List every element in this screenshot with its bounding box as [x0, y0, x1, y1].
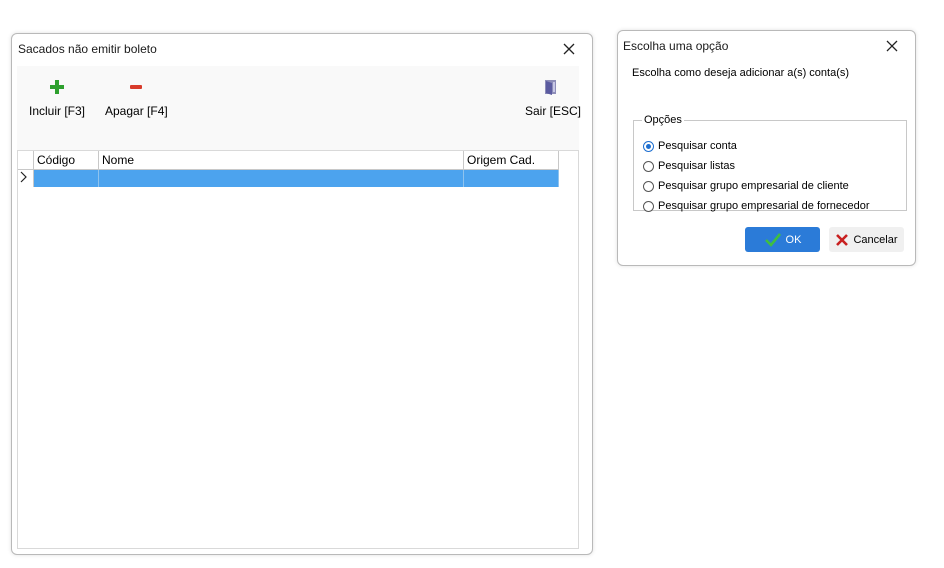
option-label: Pesquisar conta	[658, 140, 737, 152]
sacados-toolbar: Incluir [F3] Apagar [F4] Sair [ESC]	[17, 66, 582, 150]
table-header-row: Código Nome Origem Cad.	[18, 151, 559, 170]
option-label: Pesquisar grupo empresarial de cliente	[658, 180, 849, 192]
option-pesquisar-conta[interactable]: Pesquisar conta	[643, 138, 737, 154]
radio-selected-icon[interactable]	[643, 140, 654, 152]
radio-icon[interactable]	[643, 180, 654, 192]
exit-button-label: Sair [ESC]	[525, 104, 582, 118]
options-prompt: Escolha como deseja adicionar a(s) conta…	[632, 67, 850, 79]
chevron-right-icon	[20, 171, 27, 183]
row-indicator-header	[18, 151, 34, 170]
column-header-origem[interactable]: Origem Cad.	[463, 151, 559, 170]
check-icon	[764, 232, 781, 247]
add-button-label: Incluir [F3]	[29, 104, 86, 118]
radio-icon[interactable]	[643, 160, 654, 172]
options-dialog: Escolha uma opção Escolha como deseja ad…	[617, 30, 916, 266]
sacados-grid[interactable]: Código Nome Origem Cad.	[17, 150, 579, 549]
sacados-table: Código Nome Origem Cad.	[18, 151, 559, 187]
option-grupo-cliente[interactable]: Pesquisar grupo empresarial de cliente	[643, 178, 849, 194]
column-header-codigo[interactable]: Código	[33, 151, 99, 170]
sacados-close-button[interactable]	[558, 38, 580, 60]
options-dialog-title: Escolha uma opção	[623, 39, 729, 53]
column-header-nome[interactable]: Nome	[98, 151, 464, 170]
option-label: Pesquisar grupo empresarial de fornecedo…	[658, 200, 870, 212]
cell-origem[interactable]	[463, 169, 559, 187]
close-icon	[886, 40, 898, 52]
cell-codigo[interactable]	[33, 169, 99, 187]
sacados-titlebar: Sacados não emitir boleto	[12, 34, 592, 64]
row-indicator	[18, 169, 34, 187]
ok-button-label: OK	[785, 233, 802, 246]
options-group-label: Opções	[644, 114, 682, 126]
exit-button[interactable]: Sair [ESC]	[525, 72, 582, 142]
cell-nome[interactable]	[98, 169, 464, 187]
sacados-window-title: Sacados não emitir boleto	[18, 42, 157, 56]
cancel-button[interactable]: Cancelar	[829, 227, 904, 252]
minus-icon	[130, 85, 142, 89]
x-mark-icon	[836, 233, 849, 246]
cancel-button-label: Cancelar	[853, 233, 898, 246]
option-label: Pesquisar listas	[658, 160, 736, 172]
plus-icon	[49, 80, 64, 94]
radio-icon[interactable]	[643, 200, 654, 212]
option-pesquisar-listas[interactable]: Pesquisar listas	[643, 158, 735, 174]
close-icon	[563, 43, 575, 55]
ok-button[interactable]: OK	[745, 227, 820, 252]
options-group: Opções Pesquisar conta Pesquisar listas …	[633, 114, 907, 214]
options-close-button[interactable]	[881, 35, 903, 57]
sacados-window: Sacados não emitir boleto Incluir [F3] A…	[11, 33, 593, 555]
options-titlebar: Escolha uma opção	[618, 31, 915, 61]
add-button[interactable]: Incluir [F3]	[29, 72, 86, 142]
exit-door-icon	[545, 80, 556, 95]
option-grupo-fornecedor[interactable]: Pesquisar grupo empresarial de fornecedo…	[643, 198, 870, 214]
table-row[interactable]	[18, 169, 559, 187]
delete-button-label: Apagar [F4]	[105, 104, 168, 118]
delete-button[interactable]: Apagar [F4]	[105, 72, 168, 142]
